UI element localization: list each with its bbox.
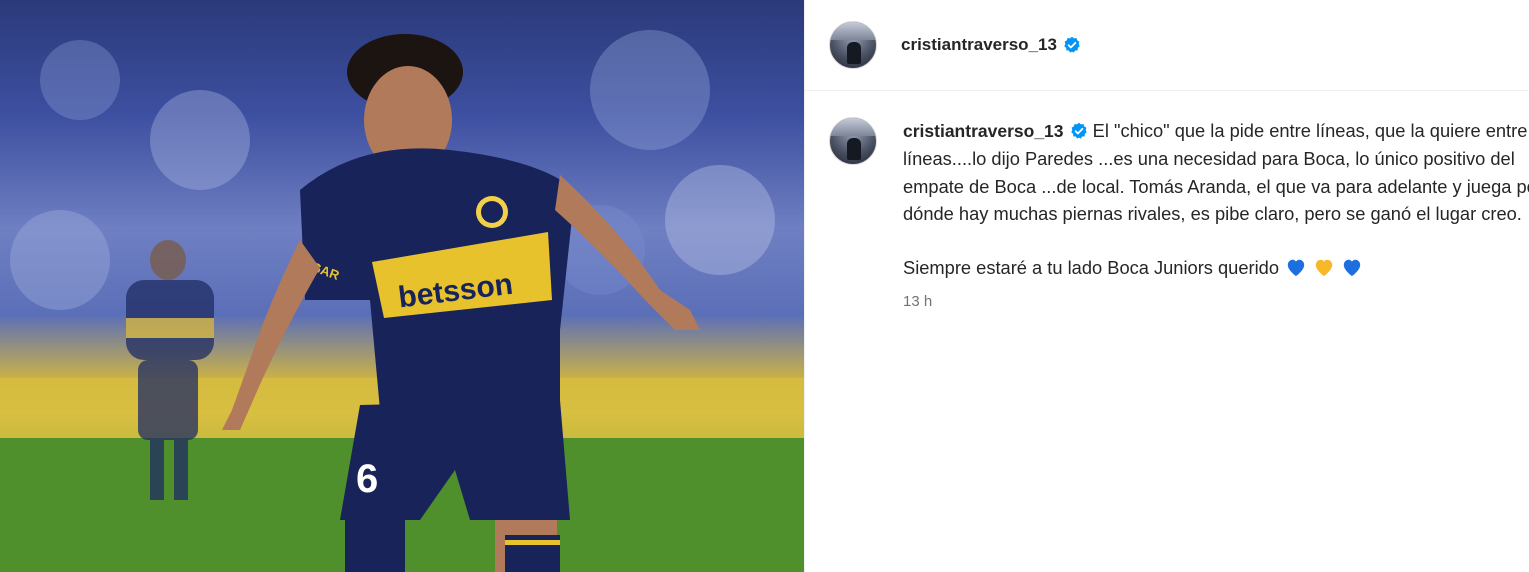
- verified-badge-icon: [1070, 122, 1088, 140]
- caption-paragraph-1: cristiantraverso_13 El "chico" que la pi…: [903, 117, 1529, 227]
- football-player-photo: betsson ROGAR 6: [0, 30, 804, 572]
- post-header: cristiantraverso_13: [805, 0, 1529, 91]
- yellow-heart-icon: [1313, 257, 1335, 277]
- caption-comment: cristiantraverso_13 El "chico" que la pi…: [805, 91, 1529, 316]
- post-details-panel: cristiantraverso_13 cristiantraverso_13 …: [804, 0, 1529, 572]
- caption-text-2: Siempre estaré a tu lado Boca Juniors qu…: [903, 257, 1279, 279]
- caption-username-link[interactable]: cristiantraverso_13: [903, 121, 1064, 141]
- shorts-number-text: 6: [356, 457, 378, 501]
- verified-badge-icon: [1063, 36, 1081, 54]
- caption-body: cristiantraverso_13 El "chico" que la pi…: [903, 117, 1529, 316]
- post-media-photo[interactable]: betsson ROGAR 6: [0, 0, 804, 572]
- caption-author-avatar[interactable]: [829, 117, 877, 165]
- author-avatar[interactable]: [829, 21, 877, 69]
- author-username-link[interactable]: cristiantraverso_13: [901, 35, 1057, 55]
- post-timestamp[interactable]: 13 h: [903, 288, 1529, 315]
- blue-heart-icon: [1341, 257, 1363, 277]
- blue-heart-icon: [1285, 257, 1307, 277]
- instagram-post: betsson ROGAR 6 cristiantraverso_13: [0, 0, 1529, 572]
- caption-paragraph-2: Siempre estaré a tu lado Boca Juniors qu…: [903, 254, 1529, 281]
